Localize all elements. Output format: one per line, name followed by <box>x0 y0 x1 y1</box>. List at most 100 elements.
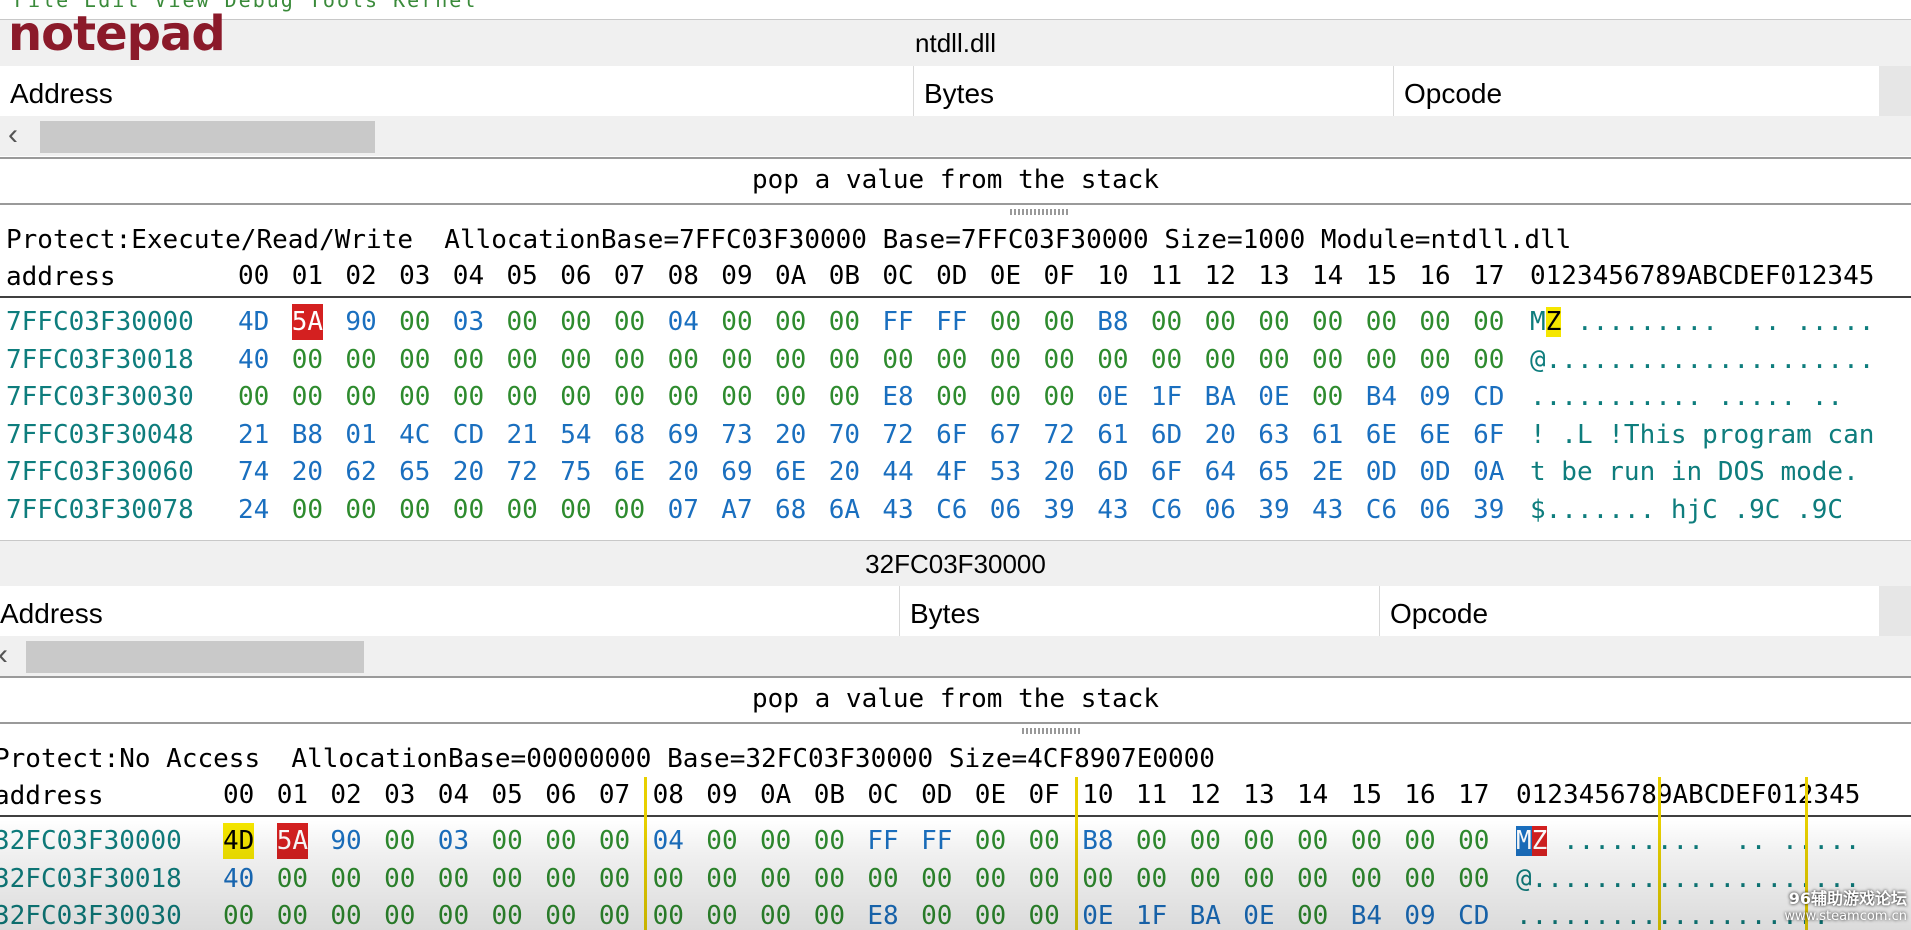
hex-byte-cell[interactable]: 1F <box>1151 379 1182 415</box>
hex-byte-cell[interactable]: 00 <box>1205 304 1236 340</box>
hex-byte-cell[interactable]: 00 <box>614 304 645 340</box>
hex-byte-cell[interactable]: 00 <box>438 861 469 897</box>
hex-byte-cell[interactable]: 00 <box>492 898 523 930</box>
hex-byte-cell[interactable]: 00 <box>1097 342 1128 378</box>
hex-byte-cell[interactable]: 43 <box>1097 492 1128 528</box>
hex-byte-cell[interactable]: 00 <box>706 823 737 859</box>
hex-byte-cell[interactable]: 0D <box>1366 454 1397 490</box>
hex-byte-cell[interactable]: 03 <box>438 823 469 859</box>
hex-byte-cell[interactable]: 00 <box>1366 304 1397 340</box>
hex-byte-cell[interactable]: 0E <box>1243 898 1274 930</box>
hex-byte-cell[interactable]: 61 <box>1097 417 1128 453</box>
hex-byte-cell[interactable]: 00 <box>990 304 1021 340</box>
hex-byte-cell[interactable]: 00 <box>975 823 1006 859</box>
hex-byte-cell[interactable]: 65 <box>399 454 430 490</box>
hex-byte-cell[interactable]: 00 <box>492 823 523 859</box>
hex-byte-cell[interactable]: 00 <box>1458 823 1489 859</box>
hex-byte-cell[interactable]: 00 <box>990 379 1021 415</box>
view2-col-opcode[interactable]: Opcode <box>1380 586 1879 642</box>
hex-byte-cell[interactable]: 00 <box>1044 379 1075 415</box>
view2-col-address[interactable]: Address <box>0 586 900 642</box>
view2-col-bytes[interactable]: Bytes <box>900 586 1380 642</box>
hex-byte-cell[interactable]: 00 <box>614 492 645 528</box>
hex-byte-cell[interactable]: 06 <box>1419 492 1450 528</box>
hex-byte-cell[interactable]: FF <box>921 823 952 859</box>
view1-splitter-grip[interactable] <box>1010 209 1070 215</box>
hex-byte-cell[interactable]: 09 <box>1419 379 1450 415</box>
hex-byte-cell[interactable]: 00 <box>668 342 699 378</box>
hex-byte-cell[interactable]: 2E <box>1312 454 1343 490</box>
hex-byte-cell[interactable]: 00 <box>775 342 806 378</box>
hex-byte-cell[interactable]: 00 <box>1473 342 1504 378</box>
hex-byte-cell[interactable]: 6E <box>614 454 645 490</box>
hex-byte-cell[interactable]: 20 <box>1044 454 1075 490</box>
hex-byte-cell[interactable]: 68 <box>614 417 645 453</box>
hex-byte-cell[interactable]: 00 <box>990 342 1021 378</box>
hex-byte-cell[interactable]: 6D <box>1151 417 1182 453</box>
hex-row-address[interactable]: 7FFC03F30060 <box>6 454 194 490</box>
hex-byte-cell[interactable]: 00 <box>775 304 806 340</box>
hex-byte-cell[interactable]: 00 <box>1297 823 1328 859</box>
hex-byte-cell[interactable]: 00 <box>399 492 430 528</box>
hex-byte-cell[interactable]: 43 <box>882 492 913 528</box>
hex-byte-cell[interactable]: 07 <box>668 492 699 528</box>
hex-byte-cell[interactable]: 00 <box>1258 342 1289 378</box>
hex-byte-cell[interactable]: 00 <box>453 492 484 528</box>
hex-byte-cell[interactable]: 00 <box>1351 861 1382 897</box>
view2-vertical-scrollbar[interactable] <box>1879 586 1911 642</box>
view1-col-address[interactable]: Address <box>0 66 914 122</box>
hex-byte-cell[interactable]: 00 <box>1151 304 1182 340</box>
hex-byte-cell[interactable]: 00 <box>653 861 684 897</box>
hex-byte-cell[interactable]: 00 <box>1366 342 1397 378</box>
hex-byte-cell[interactable]: 1F <box>1136 898 1167 930</box>
hex-byte-cell[interactable]: 00 <box>775 379 806 415</box>
hex-byte-cell[interactable]: 00 <box>1243 861 1274 897</box>
hex-byte-cell[interactable]: 00 <box>599 861 630 897</box>
view2-horizontal-scrollbar[interactable]: ‹ <box>0 636 1911 676</box>
hex-byte-cell[interactable]: 72 <box>882 417 913 453</box>
hex-byte-cell[interactable]: 6A <box>829 492 860 528</box>
view1-vertical-scrollbar[interactable] <box>1879 66 1911 122</box>
hex-byte-cell[interactable]: 00 <box>384 898 415 930</box>
hex-byte-cell[interactable]: 00 <box>560 342 591 378</box>
hex-row-ascii[interactable]: ! .L !This program can <box>1530 417 1874 453</box>
hex-byte-cell[interactable]: 06 <box>1205 492 1236 528</box>
hex-byte-cell[interactable]: 00 <box>399 342 430 378</box>
view1-col-bytes[interactable]: Bytes <box>914 66 1394 122</box>
hex-byte-cell[interactable]: 00 <box>975 861 1006 897</box>
hex-byte-cell[interactable]: 00 <box>1044 342 1075 378</box>
hex-row-address[interactable]: 7FFC03F30078 <box>6 492 194 528</box>
hex-byte-cell[interactable]: B8 <box>292 417 323 453</box>
hex-byte-cell[interactable]: 00 <box>829 379 860 415</box>
hex-byte-cell[interactable]: 00 <box>1458 861 1489 897</box>
hex-byte-cell[interactable]: 5A <box>276 823 308 859</box>
hex-byte-cell[interactable]: BA <box>1190 898 1221 930</box>
hex-byte-cell[interactable]: 00 <box>814 823 845 859</box>
hex-byte-cell[interactable]: 70 <box>829 417 860 453</box>
hex-byte-cell[interactable]: 54 <box>560 417 591 453</box>
hex-byte-cell[interactable]: 00 <box>399 304 430 340</box>
hex-byte-cell[interactable]: 00 <box>330 898 361 930</box>
hex-byte-cell[interactable]: 00 <box>545 823 576 859</box>
hex-byte-cell[interactable]: 00 <box>1082 861 1113 897</box>
hex-byte-cell[interactable]: 00 <box>560 304 591 340</box>
view1-col-opcode[interactable]: Opcode <box>1394 66 1879 122</box>
hex-byte-cell[interactable]: 00 <box>345 492 376 528</box>
hex-byte-cell[interactable]: 00 <box>453 379 484 415</box>
hex-byte-cell[interactable]: 00 <box>345 379 376 415</box>
hex-byte-cell[interactable]: 00 <box>760 898 791 930</box>
hex-byte-cell[interactable]: 6F <box>1473 417 1504 453</box>
hex-byte-cell[interactable]: 00 <box>1029 898 1060 930</box>
hex-byte-cell[interactable]: 00 <box>882 342 913 378</box>
hex-byte-cell[interactable]: 39 <box>1258 492 1289 528</box>
hex-byte-cell[interactable]: 72 <box>1044 417 1075 453</box>
hex-byte-cell[interactable]: CD <box>453 417 484 453</box>
hex-byte-cell[interactable]: 04 <box>668 304 699 340</box>
hex-byte-cell[interactable]: FF <box>936 304 967 340</box>
hex-byte-cell[interactable]: 00 <box>936 342 967 378</box>
hex-byte-cell[interactable]: 00 <box>1297 861 1328 897</box>
hex-byte-cell[interactable]: 43 <box>1312 492 1343 528</box>
view1-scroll-thumb[interactable] <box>40 121 375 153</box>
hex-byte-cell[interactable]: 00 <box>1136 823 1167 859</box>
hex-byte-cell[interactable]: 00 <box>1419 342 1450 378</box>
